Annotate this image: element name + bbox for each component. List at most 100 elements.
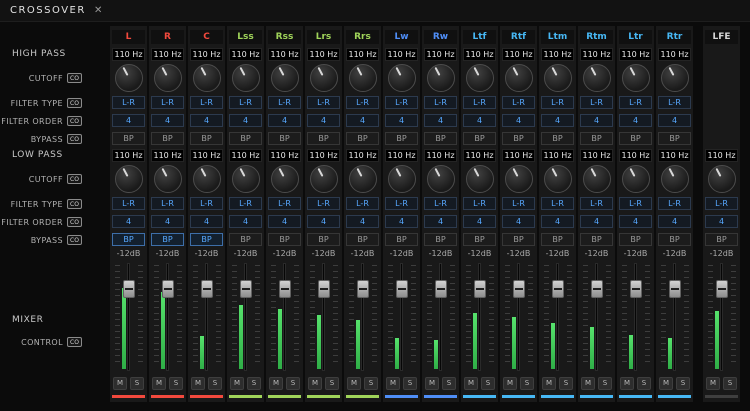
hp-cutoff-knob[interactable] bbox=[114, 64, 143, 92]
lp-filter-order-button[interactable]: 4 bbox=[424, 215, 457, 228]
lp-cutoff-knob[interactable] bbox=[309, 165, 338, 193]
co-badge[interactable]: CO bbox=[67, 134, 82, 144]
hp-bypass-button[interactable]: BP bbox=[112, 132, 145, 145]
co-badge[interactable]: CO bbox=[67, 199, 82, 209]
hp-filter-order-button[interactable]: 4 bbox=[658, 114, 691, 127]
lp-cutoff-value[interactable]: 110 Hz bbox=[190, 149, 223, 162]
hp-filter-order-button[interactable]: 4 bbox=[541, 114, 574, 127]
mute-button[interactable]: M bbox=[308, 377, 322, 390]
hp-cutoff-value[interactable]: 110 Hz bbox=[658, 48, 691, 61]
hp-bypass-button[interactable]: BP bbox=[229, 132, 262, 145]
hp-filter-order-button[interactable]: 4 bbox=[463, 114, 496, 127]
solo-button[interactable]: S bbox=[130, 377, 144, 390]
fader-value[interactable]: -12dB bbox=[188, 249, 225, 259]
lp-cutoff-value[interactable]: 110 Hz bbox=[580, 149, 613, 162]
solo-button[interactable]: S bbox=[442, 377, 456, 390]
hp-bypass-button[interactable]: BP bbox=[580, 132, 613, 145]
hp-filter-order-button[interactable]: 4 bbox=[580, 114, 613, 127]
lp-bypass-button[interactable]: BP bbox=[385, 233, 418, 246]
lp-cutoff-value[interactable]: 110 Hz bbox=[705, 149, 738, 162]
fader-handle[interactable] bbox=[551, 280, 564, 298]
hp-filter-type-button[interactable]: L-R bbox=[424, 96, 457, 109]
lp-cutoff-knob[interactable] bbox=[582, 165, 611, 193]
lp-bypass-button[interactable]: BP bbox=[190, 233, 223, 246]
lp-cutoff-knob[interactable] bbox=[192, 165, 221, 193]
fader-value[interactable]: -12dB bbox=[422, 249, 459, 259]
solo-button[interactable]: S bbox=[598, 377, 612, 390]
hp-filter-type-button[interactable]: L-R bbox=[658, 96, 691, 109]
solo-button[interactable]: S bbox=[481, 377, 495, 390]
lp-bypass-button[interactable]: BP bbox=[502, 233, 535, 246]
fader-value[interactable]: -12dB bbox=[539, 249, 576, 259]
lp-filter-type-button[interactable]: L-R bbox=[307, 197, 340, 210]
fader[interactable] bbox=[153, 261, 183, 373]
mute-button[interactable]: M bbox=[191, 377, 205, 390]
lp-bypass-button[interactable]: BP bbox=[541, 233, 574, 246]
mute-button[interactable]: M bbox=[386, 377, 400, 390]
lp-filter-type-button[interactable]: L-R bbox=[151, 197, 184, 210]
fader-handle[interactable] bbox=[668, 280, 681, 298]
lp-filter-type-button[interactable]: L-R bbox=[580, 197, 613, 210]
lp-filter-order-button[interactable]: 4 bbox=[229, 215, 262, 228]
solo-button[interactable]: S bbox=[403, 377, 417, 390]
fader[interactable] bbox=[426, 261, 456, 373]
hp-filter-type-button[interactable]: L-R bbox=[307, 96, 340, 109]
lp-filter-type-button[interactable]: L-R bbox=[190, 197, 223, 210]
lp-filter-order-button[interactable]: 4 bbox=[385, 215, 418, 228]
lp-filter-order-button[interactable]: 4 bbox=[268, 215, 301, 228]
mute-button[interactable]: M bbox=[347, 377, 361, 390]
fader[interactable] bbox=[465, 261, 495, 373]
hp-cutoff-value[interactable]: 110 Hz bbox=[346, 48, 379, 61]
lp-filter-order-button[interactable]: 4 bbox=[346, 215, 379, 228]
lp-cutoff-value[interactable]: 110 Hz bbox=[541, 149, 574, 162]
mute-button[interactable]: M bbox=[581, 377, 595, 390]
hp-filter-order-button[interactable]: 4 bbox=[268, 114, 301, 127]
lp-cutoff-value[interactable]: 110 Hz bbox=[307, 149, 340, 162]
lp-bypass-button[interactable]: BP bbox=[705, 233, 738, 246]
hp-cutoff-knob[interactable] bbox=[543, 64, 572, 92]
hp-cutoff-value[interactable]: 110 Hz bbox=[268, 48, 301, 61]
lp-cutoff-knob[interactable] bbox=[504, 165, 533, 193]
hp-filter-order-button[interactable]: 4 bbox=[229, 114, 262, 127]
hp-bypass-button[interactable]: BP bbox=[307, 132, 340, 145]
lp-filter-type-button[interactable]: L-R bbox=[619, 197, 652, 210]
mute-button[interactable]: M bbox=[464, 377, 478, 390]
lp-cutoff-knob[interactable] bbox=[231, 165, 260, 193]
lp-cutoff-knob[interactable] bbox=[153, 165, 182, 193]
mute-button[interactable]: M bbox=[620, 377, 634, 390]
fader[interactable] bbox=[387, 261, 417, 373]
hp-bypass-button[interactable]: BP bbox=[346, 132, 379, 145]
hp-cutoff-value[interactable]: 110 Hz bbox=[424, 48, 457, 61]
hp-cutoff-knob[interactable] bbox=[465, 64, 494, 92]
fader-handle[interactable] bbox=[715, 280, 728, 298]
lp-filter-order-button[interactable]: 4 bbox=[112, 215, 145, 228]
hp-cutoff-value[interactable]: 110 Hz bbox=[619, 48, 652, 61]
fader-value[interactable]: -12dB bbox=[703, 249, 740, 259]
fader-value[interactable]: -12dB bbox=[305, 249, 342, 259]
fader-handle[interactable] bbox=[356, 280, 369, 298]
fader-value[interactable]: -12dB bbox=[266, 249, 303, 259]
lp-filter-type-button[interactable]: L-R bbox=[112, 197, 145, 210]
fader-value[interactable]: -12dB bbox=[110, 249, 147, 259]
lp-cutoff-knob[interactable] bbox=[270, 165, 299, 193]
fader[interactable] bbox=[543, 261, 573, 373]
mute-button[interactable]: M bbox=[706, 377, 720, 390]
lp-cutoff-value[interactable]: 110 Hz bbox=[385, 149, 418, 162]
fader-handle[interactable] bbox=[200, 280, 213, 298]
solo-button[interactable]: S bbox=[325, 377, 339, 390]
hp-cutoff-knob[interactable] bbox=[582, 64, 611, 92]
fader-value[interactable]: -12dB bbox=[578, 249, 615, 259]
hp-filter-order-button[interactable]: 4 bbox=[502, 114, 535, 127]
solo-button[interactable]: S bbox=[520, 377, 534, 390]
co-badge[interactable]: CO bbox=[67, 98, 82, 108]
fader[interactable] bbox=[114, 261, 144, 373]
lp-bypass-button[interactable]: BP bbox=[580, 233, 613, 246]
hp-filter-order-button[interactable]: 4 bbox=[112, 114, 145, 127]
fader-handle[interactable] bbox=[395, 280, 408, 298]
fader-value[interactable]: -12dB bbox=[149, 249, 186, 259]
hp-cutoff-knob[interactable] bbox=[504, 64, 533, 92]
lp-bypass-button[interactable]: BP bbox=[619, 233, 652, 246]
fader[interactable] bbox=[582, 261, 612, 373]
lp-bypass-button[interactable]: BP bbox=[658, 233, 691, 246]
hp-cutoff-value[interactable]: 110 Hz bbox=[151, 48, 184, 61]
